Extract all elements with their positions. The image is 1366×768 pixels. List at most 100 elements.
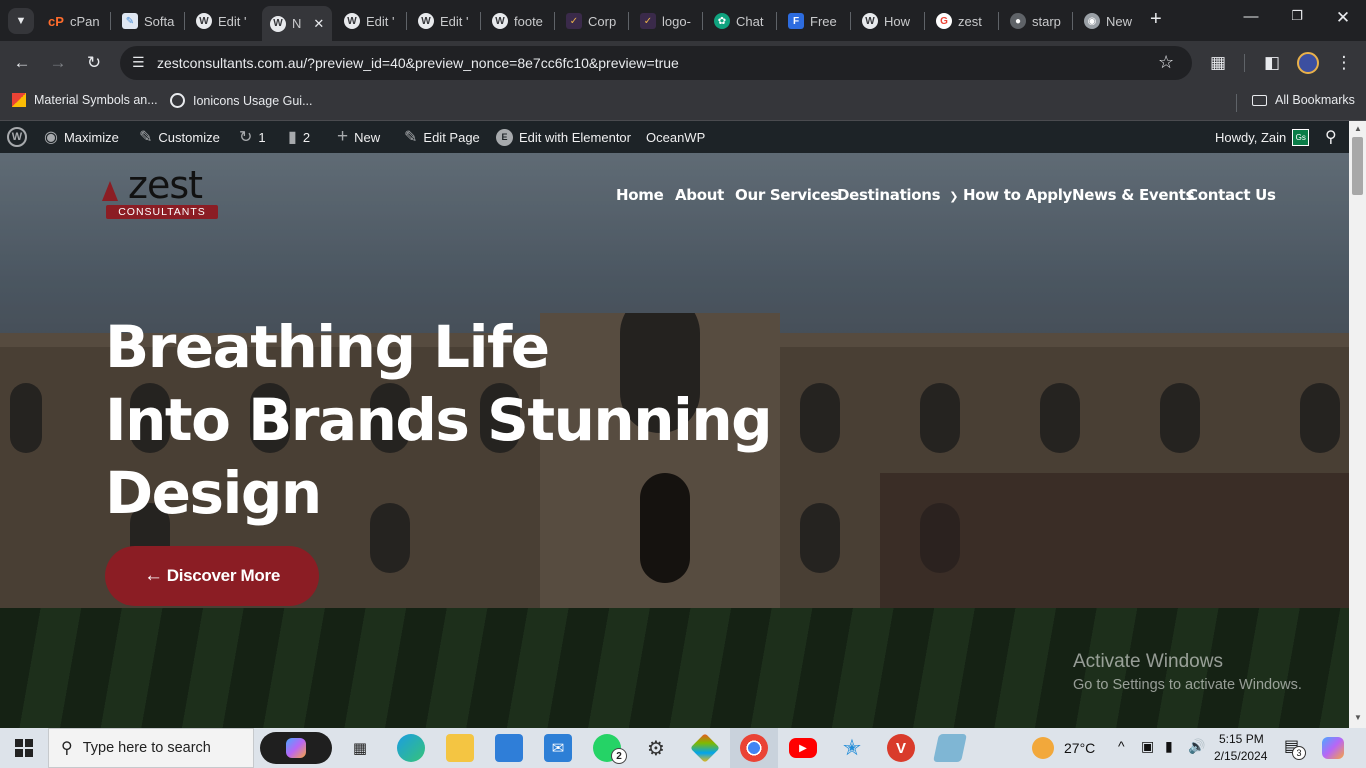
mail-icon[interactable]: ✉ (544, 734, 572, 762)
headline-line: Breathing Life (105, 313, 550, 381)
search-icon[interactable]: ⚲ (1325, 121, 1337, 153)
weather-temp[interactable]: 27°C (1064, 740, 1095, 756)
free-icon: F (788, 13, 804, 29)
new-content-button[interactable]: + New (337, 121, 380, 153)
tab-label: logo- (662, 13, 691, 29)
task-view-icon[interactable]: ▦ (346, 734, 374, 762)
updates-button[interactable]: ↻ 1 (239, 121, 266, 153)
chevron-down-icon: ❯ (949, 190, 959, 203)
scroll-thumb[interactable] (1352, 137, 1363, 195)
tab[interactable]: F Free (788, 8, 846, 34)
scroll-down-arrow[interactable]: ▼ (1354, 713, 1362, 722)
notification-icon[interactable]: ▤ 3 (1284, 736, 1306, 760)
side-panel-icon[interactable]: ◧ (1260, 51, 1284, 75)
wp-admin-bar: W ◉ Maximize ✎ Customize ↻ 1 ▮ 2 + New ✎… (0, 121, 1349, 153)
photos-icon[interactable] (690, 733, 720, 763)
edge-icon[interactable] (397, 734, 425, 762)
comments-button[interactable]: ▮ 2 (288, 121, 310, 153)
close-icon[interactable]: ✕ (313, 16, 324, 32)
site-settings-icon[interactable]: ☰ (132, 54, 145, 71)
logo-mark (102, 181, 118, 201)
address-bar[interactable]: ☰ zestconsultants.com.au/?preview_id=40&… (120, 46, 1192, 80)
nav-how-to-apply[interactable]: How to Apply (963, 186, 1072, 204)
plus-icon: + (337, 126, 349, 147)
extensions-icon[interactable]: ▦ (1206, 51, 1230, 75)
site-name-button[interactable]: ◉ Maximize (44, 121, 119, 153)
minimize-button[interactable]: — (1231, 8, 1271, 25)
clock-date[interactable]: 2/15/2024 (1214, 749, 1267, 763)
profile-avatar[interactable] (1297, 52, 1319, 74)
settings-icon[interactable]: ⚙ (642, 734, 670, 762)
close-window-button[interactable]: ✕ (1323, 8, 1363, 28)
arrow-left-icon: ← (144, 565, 163, 586)
tab[interactable]: Gzest (936, 8, 994, 34)
edit-page-button[interactable]: ✎ Edit Page (404, 121, 480, 153)
battery-icon[interactable]: ▮ (1165, 738, 1173, 755)
tab[interactable]: W Edit ' (344, 8, 402, 34)
tab[interactable]: Wfoote (492, 8, 550, 34)
new-tab-button[interactable]: + (1150, 8, 1162, 31)
nav-our-services[interactable]: Our Services (735, 186, 839, 204)
notepad-icon[interactable] (933, 734, 967, 762)
notification-count: 3 (1292, 746, 1306, 760)
tab[interactable]: W How (862, 8, 920, 34)
site-logo[interactable]: zest CONSULTANTS (84, 163, 224, 223)
forward-button[interactable]: → (46, 51, 70, 75)
discover-more-button[interactable]: ← Discover More (105, 546, 319, 606)
taskbar-search[interactable]: ⚲ Type here to search (48, 728, 254, 768)
tab[interactable]: W Edit ' (418, 8, 476, 34)
all-bookmarks-button[interactable]: All Bookmarks (1252, 93, 1355, 107)
nav-home[interactable]: Home (616, 186, 664, 204)
bookmark-item[interactable]: Ionicons Usage Gui... (170, 93, 313, 108)
network-icon[interactable]: ▣ (1141, 738, 1154, 755)
tab[interactable]: ✎ Softa (122, 8, 180, 34)
copilot-button[interactable] (260, 732, 332, 764)
vscode-icon[interactable]: ✭ (838, 734, 866, 762)
youtube-icon[interactable]: ▶ (789, 738, 817, 758)
reload-button[interactable]: ↻ (82, 51, 106, 75)
customize-button[interactable]: ✎ Customize (139, 121, 220, 153)
back-button[interactable]: ← (10, 51, 34, 75)
tab-search-button[interactable]: ▼ (8, 8, 34, 34)
video-editor-icon[interactable]: V (887, 734, 915, 762)
restore-button[interactable]: ❐ (1277, 8, 1317, 24)
tab[interactable]: cP cPan (48, 8, 106, 34)
nav-contact-us[interactable]: Contact Us (1187, 186, 1276, 204)
chevron-up-icon[interactable]: ^ (1118, 738, 1125, 754)
copilot-tray-icon[interactable] (1322, 737, 1344, 759)
page-scrollbar[interactable]: ▲ ▼ (1349, 121, 1366, 728)
menu-icon[interactable]: ⋮ (1332, 51, 1356, 75)
chrome-icon[interactable] (740, 734, 768, 762)
microsoft-store-icon[interactable] (495, 734, 523, 762)
file-explorer-icon[interactable] (446, 734, 474, 762)
tab-active[interactable]: W N ✕ (262, 6, 332, 41)
wp-logo-button[interactable]: W (7, 121, 27, 153)
nav-destinations[interactable]: Destinations ❯ (837, 186, 958, 204)
tab[interactable]: ◉ New (1084, 8, 1142, 34)
nav-news-events[interactable]: News & Events (1072, 186, 1194, 204)
tab-label: starp (1032, 13, 1061, 29)
copilot-icon (286, 738, 306, 758)
softaculous-icon: ✎ (122, 13, 138, 29)
account-button[interactable]: Howdy, Zain Gs (1215, 121, 1310, 153)
tab[interactable]: W Edit ' (196, 8, 254, 34)
search-icon: ⚲ (61, 740, 73, 757)
tab[interactable]: ✓ Corp (566, 8, 624, 34)
oceanwp-button[interactable]: OceanWP (646, 121, 705, 153)
tab[interactable]: ● starp (1010, 8, 1068, 34)
whatsapp-icon[interactable]: 2 (593, 734, 627, 764)
tab[interactable]: ✓ logo- (640, 8, 698, 34)
nav-about[interactable]: About (675, 186, 724, 204)
clock-time[interactable]: 5:15 PM (1219, 732, 1264, 746)
windows-taskbar: ⚲ Type here to search ▦ ✉ 2 ⚙ ▶ ✭ V 27°C… (0, 728, 1366, 768)
edit-elementor-button[interactable]: E Edit with Elementor (496, 121, 631, 153)
bookmark-item[interactable]: Material Symbols an... (12, 93, 158, 107)
url-text[interactable]: zestconsultants.com.au/?preview_id=40&pr… (157, 55, 679, 71)
windows-start-icon[interactable] (15, 739, 33, 757)
watermark-title: Activate Windows (1073, 651, 1223, 672)
weather-icon[interactable] (1032, 737, 1054, 759)
scroll-up-arrow[interactable]: ▲ (1354, 124, 1362, 133)
tab[interactable]: ✿ Chat (714, 8, 772, 34)
volume-icon[interactable]: 🔊 (1188, 738, 1205, 755)
star-icon[interactable]: ☆ (1158, 52, 1174, 73)
